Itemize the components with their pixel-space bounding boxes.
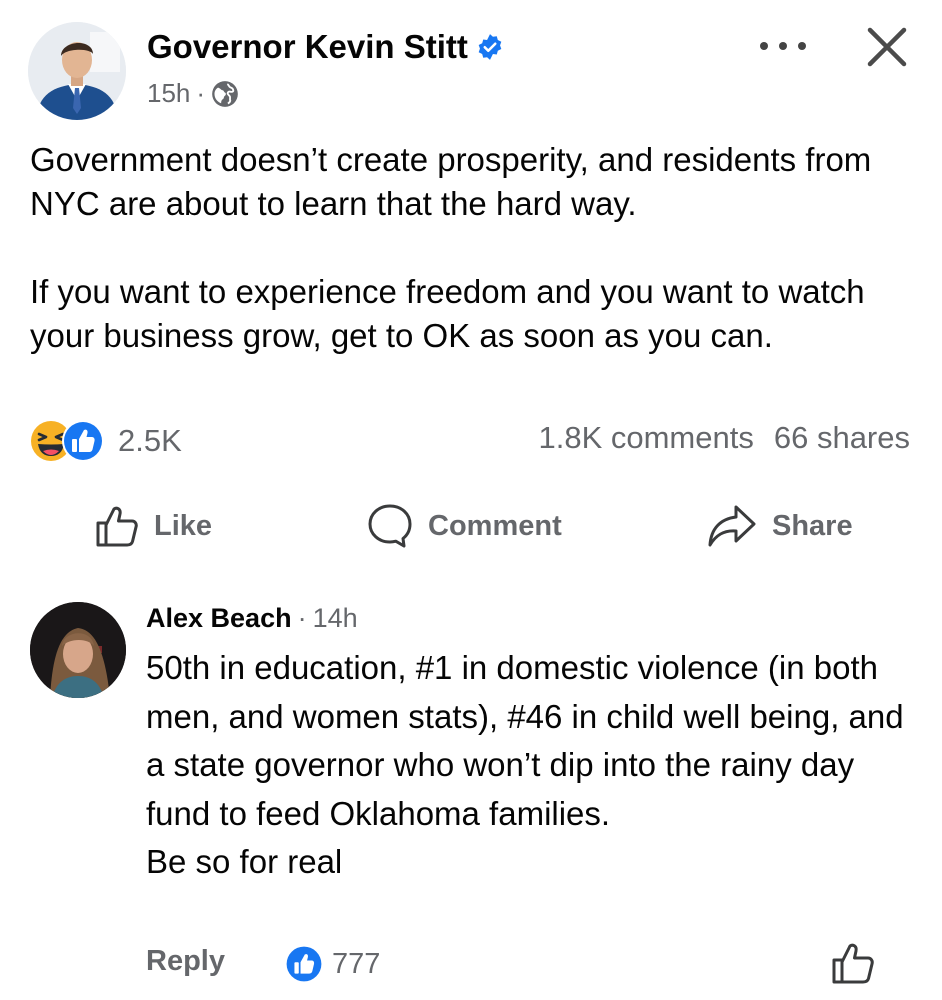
like-label: Like <box>154 509 213 542</box>
more-options-icon[interactable] <box>760 36 806 56</box>
reactions-summary[interactable]: 2.5K <box>28 418 182 464</box>
share-arrow-icon <box>708 505 756 547</box>
post-author[interactable]: Governor Kevin Stitt <box>147 28 504 66</box>
post-dialog: Governor Kevin Stitt 15h · Government do… <box>0 0 942 1000</box>
comment-separator: · <box>297 603 307 633</box>
post-meta: 15h · <box>147 78 239 109</box>
comment-time[interactable]: 14h <box>313 603 358 634</box>
commenter-name[interactable]: Alex Beach <box>146 603 292 634</box>
commenter-header: Alex Beach · 14h <box>146 603 358 634</box>
meta-separator: · <box>196 78 206 108</box>
comment-like-number: 777 <box>332 947 381 980</box>
shares-count[interactable]: 66 shares <box>774 420 910 456</box>
post-paragraph: If you want to experience freedom and yo… <box>30 273 865 354</box>
comment-label: Comment <box>428 509 562 542</box>
post-body: Government doesn’t create prosperity, an… <box>30 138 915 402</box>
share-label: Share <box>772 509 853 542</box>
post-stats: 1.8K comments 66 shares <box>538 420 910 456</box>
post-author-name[interactable]: Governor Kevin Stitt <box>147 28 468 66</box>
comment-button[interactable]: Comment <box>366 500 562 552</box>
comments-count[interactable]: 1.8K comments <box>538 420 753 456</box>
reply-button[interactable]: Reply <box>146 945 225 978</box>
post-time[interactable]: 15h <box>147 78 190 109</box>
verified-badge-icon <box>478 34 502 60</box>
thumbs-up-icon[interactable] <box>830 940 876 986</box>
like-reaction-icon <box>286 946 322 982</box>
globe-icon <box>212 80 238 107</box>
reaction-count: 2.5K <box>118 423 182 458</box>
speech-bubble-icon <box>368 504 412 548</box>
close-icon[interactable] <box>862 22 912 72</box>
thumbs-up-icon <box>96 506 138 547</box>
comment-body: 50th in education, #1 in domestic violen… <box>146 649 904 880</box>
commenter-avatar[interactable] <box>30 602 126 698</box>
comment-like-count[interactable]: 777 <box>284 944 380 984</box>
reaction-icons <box>28 418 106 464</box>
like-reaction-icon <box>62 420 104 462</box>
like-button[interactable]: Like <box>94 500 212 552</box>
author-avatar[interactable] <box>28 22 126 120</box>
share-button[interactable]: Share <box>706 500 853 552</box>
post-paragraph: Government doesn’t create prosperity, an… <box>30 141 872 222</box>
